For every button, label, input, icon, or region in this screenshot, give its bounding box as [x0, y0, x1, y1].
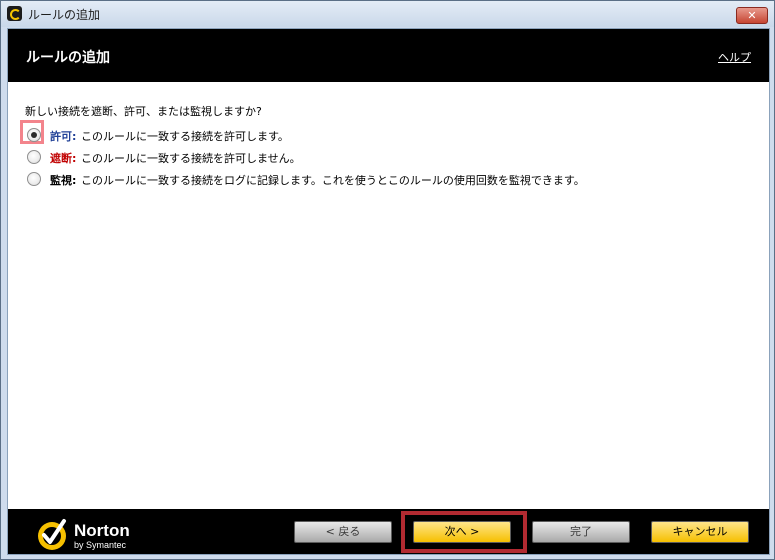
- window-title: ルールの追加: [28, 8, 101, 22]
- brand-sub: by Symantec: [74, 540, 127, 550]
- close-button[interactable]: ✕: [736, 7, 768, 24]
- help-link[interactable]: ヘルプ: [718, 49, 751, 65]
- option-allow-description: このルールに一致する接続を許可します。: [81, 130, 289, 143]
- back-button[interactable]: < 戻る: [294, 521, 392, 543]
- option-block-label: 遮断:: [50, 152, 77, 165]
- cancel-button[interactable]: キャンセル: [651, 521, 749, 543]
- dialog-header: ルールの追加 ヘルプ: [8, 29, 769, 82]
- radio-monitor[interactable]: [27, 172, 41, 186]
- page-title: ルールの追加: [26, 50, 110, 66]
- radio-selected-dot: [31, 132, 37, 138]
- title-bar[interactable]: ルールの追加 ✕: [1, 1, 774, 27]
- brand-name: Norton: [74, 521, 130, 540]
- radio-block[interactable]: [27, 150, 41, 164]
- option-monitor-label: 監視:: [50, 174, 77, 187]
- finish-button[interactable]: 完了: [532, 521, 630, 543]
- option-block-description: このルールに一致する接続を許可しません。: [81, 152, 301, 165]
- dialog-window: ルールの追加 ✕ ルールの追加 ヘルプ 新しい接続を遮断、許可、または監視します…: [0, 0, 775, 560]
- question-text: 新しい接続を遮断、許可、または監視しますか?: [25, 105, 262, 118]
- next-button[interactable]: 次へ >: [413, 521, 511, 543]
- option-monitor-description: このルールに一致する接続をログに記録します。これを使うとこのルールの使用回数を監…: [81, 174, 585, 187]
- dialog-footer: Norton by Symantec < 戻る 次へ > 完了 キャンセル: [8, 509, 769, 554]
- dialog-content: ルールの追加 ヘルプ 新しい接続を遮断、許可、または監視しますか? 許可: この…: [7, 28, 770, 555]
- option-allow-label: 許可:: [50, 130, 77, 143]
- radio-allow[interactable]: [27, 128, 41, 142]
- norton-checkmark-icon: [38, 519, 66, 550]
- norton-app-icon: [7, 6, 22, 21]
